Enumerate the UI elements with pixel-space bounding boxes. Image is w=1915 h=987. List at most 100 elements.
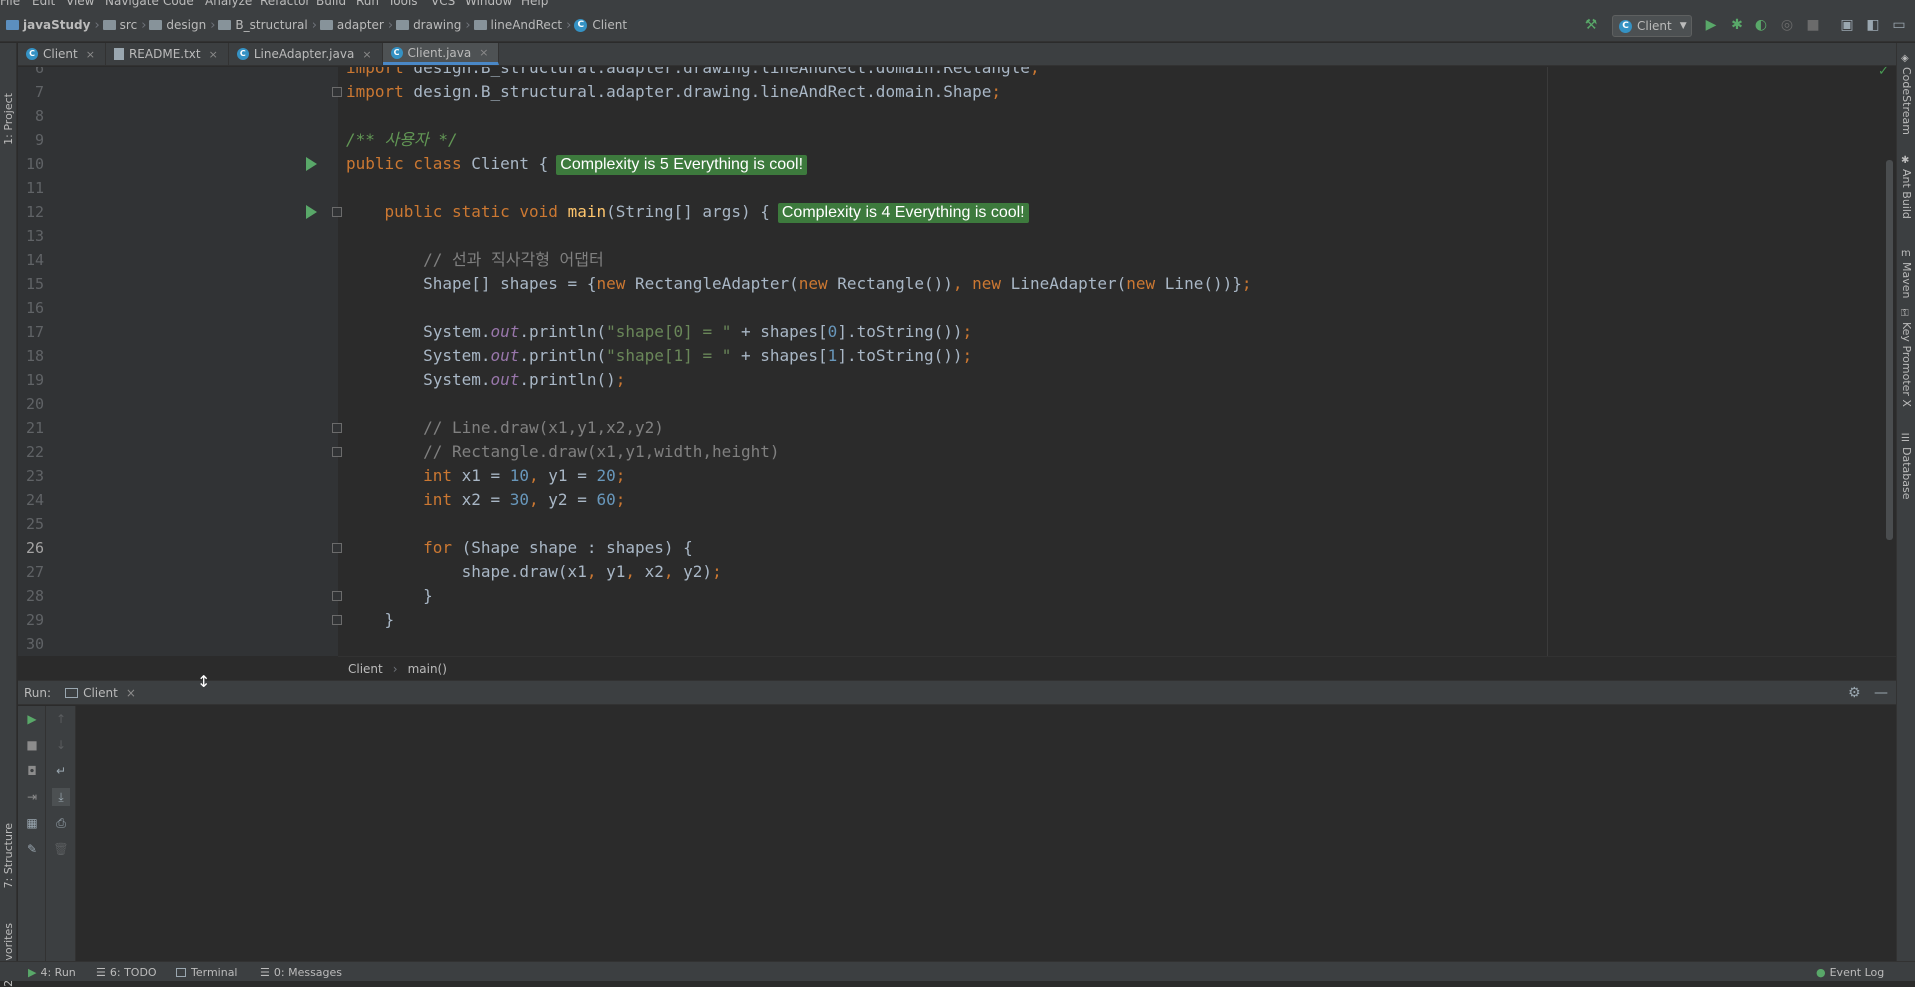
messages-icon: ☰ [260, 966, 270, 979]
arrow-down-icon[interactable]: ↓ [54, 738, 68, 752]
menu-item-analyze[interactable]: Analyze [205, 0, 252, 8]
menu-item-view[interactable]: View [66, 0, 94, 8]
event-log-button[interactable]: ● Event Log [1816, 966, 1884, 979]
tool-icon: ☰ [1901, 433, 1910, 444]
stop-icon[interactable]: ■ [1804, 16, 1822, 34]
close-icon[interactable]: × [86, 48, 95, 61]
menu-item-vcs[interactable]: VCS [431, 0, 455, 8]
close-icon[interactable]: × [209, 48, 218, 61]
search-everywhere-icon[interactable]: ▭ [1890, 16, 1908, 34]
breadcrumb-item[interactable]: adapter [319, 9, 384, 41]
run-configuration-select[interactable]: C Client ▼ [1612, 15, 1692, 37]
menu-item-code[interactable]: Code [163, 0, 194, 8]
print-icon[interactable]: ⎙ [54, 816, 68, 830]
right-tool-button[interactable]: Maven [1900, 262, 1913, 298]
fold-marker-icon[interactable] [332, 423, 342, 433]
editor-tab[interactable]: C Client × [18, 43, 106, 65]
status-tab-todo[interactable]: ☰ 6: TODO [96, 966, 157, 979]
class-icon: C [1619, 19, 1632, 33]
editor-tab[interactable]: C Client.java × [382, 43, 500, 65]
rerun-icon[interactable]: ▶ [25, 712, 39, 726]
soft-wrap-icon[interactable]: ↵ [54, 764, 68, 778]
tool-icon: ✱ [1901, 155, 1910, 166]
fold-marker-icon[interactable] [332, 207, 342, 217]
status-bar: ▶ 4: Run ☰ 6: TODO Terminal ☰ 0: Messages ●… [0, 961, 1915, 981]
run-icon[interactable]: ▶ [1702, 16, 1720, 34]
close-icon[interactable]: × [362, 48, 371, 61]
build-hammer-icon[interactable]: ⚒ [1582, 16, 1600, 34]
breadcrumb-item[interactable]: lineAndRect [473, 9, 562, 41]
menu-item-window[interactable]: Window [465, 0, 512, 8]
close-icon[interactable]: × [126, 686, 136, 700]
fold-marker-icon[interactable] [332, 591, 342, 601]
menu-item-refactor[interactable]: Refactor [260, 0, 310, 8]
tab-label: Client [43, 47, 78, 61]
editor-scrollbar[interactable] [1886, 160, 1893, 540]
breadcrumb-separator: › [311, 17, 317, 33]
debug-bug-icon[interactable]: ✱ [1728, 16, 1746, 34]
menu-item-edit[interactable]: Edit [32, 0, 55, 8]
breadcrumb-item[interactable]: javaStudy [6, 9, 90, 41]
project-structure-icon[interactable]: ▣ [1838, 16, 1856, 34]
breadcrumb-item[interactable]: src [102, 9, 137, 41]
run-icon: ▶ [28, 966, 37, 979]
camera-icon[interactable]: ◘ [25, 764, 39, 778]
menu-item-file[interactable]: File [0, 0, 20, 8]
right-tool-strip: ◈ CodeStream ✱ Ant Build m Maven ⚿ Key Promoter… [1896, 43, 1915, 961]
right-tool-button[interactable]: Ant Build [1900, 169, 1913, 219]
structure-tool-button[interactable]: 7: Structure [2, 823, 15, 888]
editor-crumb-class[interactable]: Client [348, 662, 383, 676]
breadcrumb-separator: › [210, 17, 216, 33]
run-gutter-icon[interactable] [306, 205, 317, 219]
right-tool-button[interactable]: Database [1900, 447, 1913, 500]
status-tab-messages[interactable]: ☰ 0: Messages [260, 966, 342, 979]
stop-icon[interactable]: ■ [25, 738, 39, 752]
status-tab-run[interactable]: ▶ 4: Run [28, 966, 76, 979]
layout-icon[interactable]: ▦ [25, 816, 39, 830]
close-icon[interactable]: × [479, 46, 488, 59]
menu-item-build[interactable]: Build [316, 0, 346, 8]
tab-label: README.txt [128, 47, 201, 61]
coverage-icon[interactable]: ◐ [1752, 16, 1770, 34]
menu-item-help[interactable]: Help [521, 0, 548, 8]
right-tool-button[interactable]: Key Promoter X [1900, 322, 1913, 407]
arrow-up-icon[interactable]: ↑ [54, 712, 68, 726]
run-tab-client[interactable]: Client × [65, 686, 136, 700]
text-file-icon [113, 48, 124, 60]
right-tool-button[interactable]: CodeStream [1900, 67, 1913, 135]
fold-marker-icon[interactable] [332, 543, 342, 553]
project-tool-button[interactable]: 1: Project [2, 93, 15, 145]
gear-icon[interactable]: ⚙ [1848, 685, 1861, 701]
pin-icon[interactable]: ✎ [25, 842, 39, 856]
tool-icon: m [1901, 248, 1911, 259]
fold-marker-icon[interactable] [332, 447, 342, 457]
editor-tab[interactable]: C LineAdapter.java × [229, 43, 383, 65]
menu-item-tools[interactable]: Tools [388, 0, 418, 8]
breadcrumb-separator: › [566, 17, 572, 33]
editor-tab[interactable]: README.txt × [106, 43, 229, 65]
profile-icon[interactable]: ◎ [1778, 16, 1796, 34]
fold-marker-icon[interactable] [332, 87, 342, 97]
console-output[interactable] [76, 706, 1896, 961]
folder-icon [102, 20, 116, 30]
code-editor[interactable] [338, 67, 1896, 656]
layout-icon[interactable]: ◧ [1864, 16, 1882, 34]
trash-icon[interactable]: 🗑 [53, 842, 68, 856]
console-icon [65, 687, 79, 698]
editor-gutter [18, 67, 338, 656]
chevron-down-icon: ▼ [1679, 21, 1687, 31]
menu-bar: File Edit View Navigate Code Analyze Refactor B… [0, 0, 1915, 9]
breadcrumb-item[interactable]: B_structural [218, 9, 308, 41]
breadcrumb-item[interactable]: design [149, 9, 206, 41]
exit-icon[interactable]: ⇥ [25, 790, 39, 804]
minimize-icon[interactable]: — [1874, 685, 1888, 701]
fold-marker-icon[interactable] [332, 615, 342, 625]
scroll-to-end-icon[interactable]: ⤓ [52, 788, 70, 806]
breadcrumb-item[interactable]: C Client [574, 9, 627, 41]
breadcrumb-item[interactable]: drawing [396, 9, 461, 41]
status-tab-terminal[interactable]: Terminal [176, 966, 238, 979]
editor-crumb-method[interactable]: main() [408, 662, 447, 676]
menu-item-run[interactable]: Run [356, 0, 379, 8]
menu-item-navigate[interactable]: Navigate [105, 0, 159, 8]
run-gutter-icon[interactable] [306, 157, 317, 171]
